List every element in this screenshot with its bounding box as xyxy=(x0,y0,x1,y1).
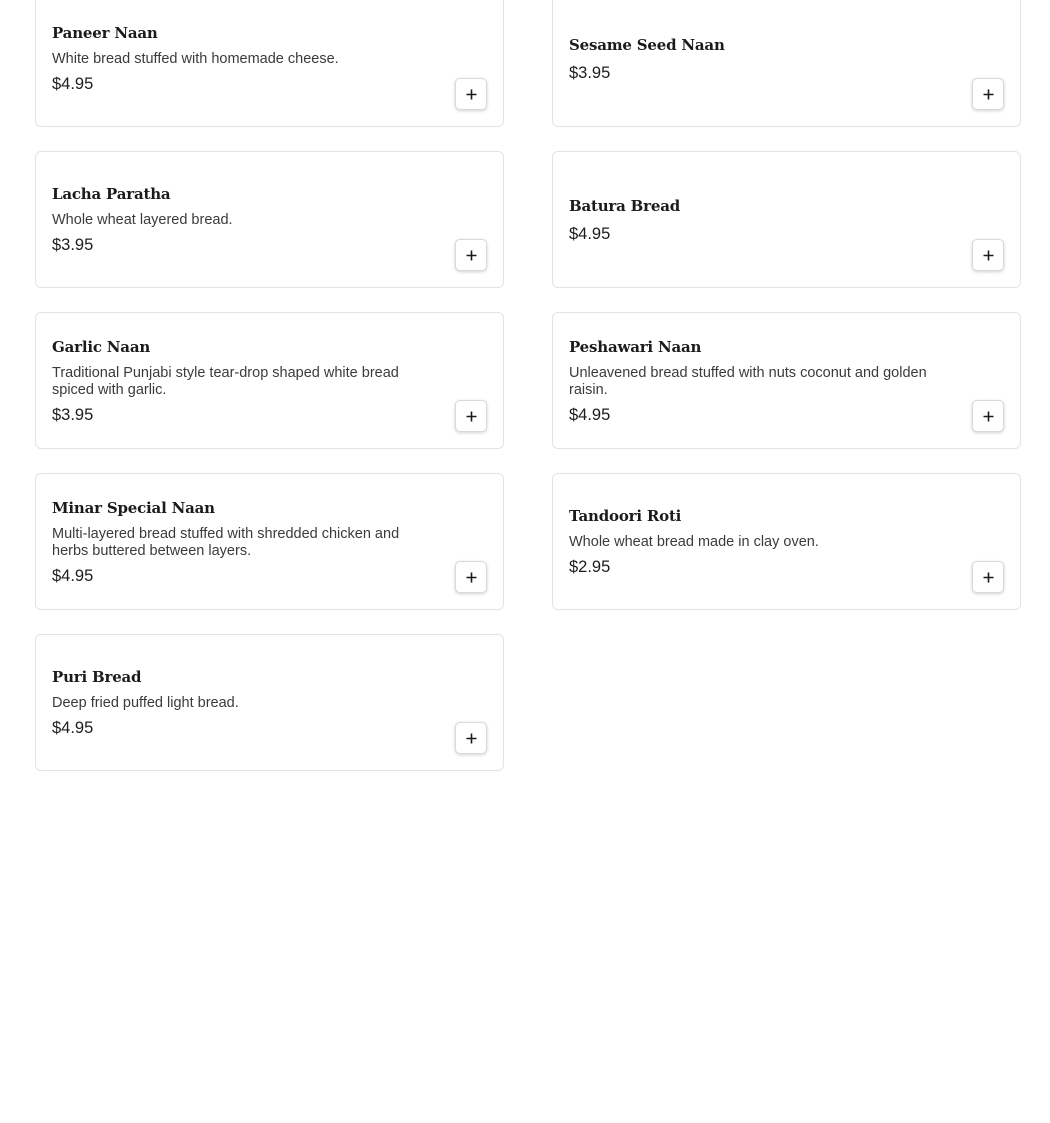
item-description: Multi-layered bread stuffed with shredde… xyxy=(52,525,400,559)
item-price: $4.95 xyxy=(52,75,94,93)
item-price: $4.95 xyxy=(52,719,94,737)
item-price: $3.95 xyxy=(569,63,611,82)
item-description: Traditional Punjabi style tear-drop shap… xyxy=(52,364,399,398)
item-name: Batura Bread xyxy=(569,196,681,215)
plus-icon xyxy=(466,89,476,99)
menu-item-body: Batura Bread $4.95 xyxy=(569,196,1004,244)
add-item-button[interactable] xyxy=(972,400,1004,432)
menu-item-body: Paneer Naan White bread stuffed with hom… xyxy=(52,23,487,94)
add-item-button[interactable] xyxy=(455,400,487,432)
plus-icon xyxy=(983,89,993,99)
item-name: Minar Special Naan xyxy=(52,498,215,517)
plus-icon xyxy=(466,733,476,743)
menu-item-body: Garlic Naan Traditional Punjabi style te… xyxy=(52,337,487,425)
item-description: Unleavened bread stuffed with nuts cocon… xyxy=(569,364,927,398)
menu-item-grid: Paneer Naan White bread stuffed with hom… xyxy=(35,0,1021,771)
menu-item-body: Lacha Paratha Whole wheat layered bread.… xyxy=(52,184,487,255)
menu-item-card[interactable]: Tandoori Roti Whole wheat bread made in … xyxy=(552,473,1021,610)
item-name: Lacha Paratha xyxy=(52,185,171,203)
item-price: $3.95 xyxy=(52,405,94,424)
plus-icon xyxy=(466,411,476,421)
menu-item-card[interactable]: Batura Bread $4.95 xyxy=(552,151,1021,288)
item-description: White bread stuffed with homemade cheese… xyxy=(52,51,339,67)
plus-icon xyxy=(983,411,993,421)
item-name: Sesame Seed Naan xyxy=(569,35,725,54)
add-item-button[interactable] xyxy=(455,78,487,110)
menu-item-card[interactable]: Garlic Naan Traditional Punjabi style te… xyxy=(35,312,504,449)
menu-item-card[interactable]: Lacha Paratha Whole wheat layered bread.… xyxy=(35,151,504,288)
item-price: $4.95 xyxy=(569,224,611,243)
menu-item-body: Puri Bread Deep fried puffed light bread… xyxy=(52,667,487,738)
item-price: $2.95 xyxy=(569,558,611,576)
menu-item-card[interactable]: Puri Bread Deep fried puffed light bread… xyxy=(35,634,504,771)
add-item-button[interactable] xyxy=(455,239,487,271)
item-price: $4.95 xyxy=(52,566,94,585)
menu-item-card[interactable]: Peshawari Naan Unleavened bread stuffed … xyxy=(552,312,1021,449)
item-description: Whole wheat layered bread. xyxy=(52,212,233,228)
plus-icon xyxy=(983,572,993,582)
item-description: Deep fried puffed light bread. xyxy=(52,695,239,711)
add-item-button[interactable] xyxy=(972,78,1004,110)
item-price: $4.95 xyxy=(569,405,611,424)
menu-item-body: Sesame Seed Naan $3.95 xyxy=(569,35,1004,83)
item-name: Paneer Naan xyxy=(52,24,158,42)
item-description: Whole wheat bread made in clay oven. xyxy=(569,534,819,550)
item-name: Tandoori Roti xyxy=(569,507,682,525)
add-item-button[interactable] xyxy=(972,239,1004,271)
add-item-button[interactable] xyxy=(455,722,487,754)
plus-icon xyxy=(466,250,476,260)
plus-icon xyxy=(466,572,476,582)
item-name: Puri Bread xyxy=(52,668,142,686)
menu-item-body: Tandoori Roti Whole wheat bread made in … xyxy=(569,506,1004,577)
menu-item-card[interactable]: Paneer Naan White bread stuffed with hom… xyxy=(35,0,504,127)
item-name: Peshawari Naan xyxy=(569,337,702,356)
menu-item-card[interactable]: Sesame Seed Naan $3.95 xyxy=(552,0,1021,127)
item-name: Garlic Naan xyxy=(52,337,151,356)
menu-item-body: Peshawari Naan Unleavened bread stuffed … xyxy=(569,337,1004,425)
item-price: $3.95 xyxy=(52,236,94,254)
menu-item-body: Minar Special Naan Multi-layered bread s… xyxy=(52,498,487,586)
add-item-button[interactable] xyxy=(455,561,487,593)
add-item-button[interactable] xyxy=(972,561,1004,593)
plus-icon xyxy=(983,250,993,260)
menu-item-card[interactable]: Minar Special Naan Multi-layered bread s… xyxy=(35,473,504,610)
